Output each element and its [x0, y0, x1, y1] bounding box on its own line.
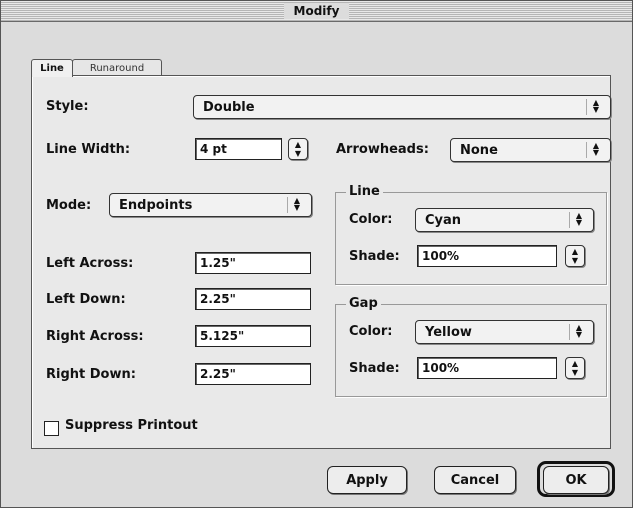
line-color-popup[interactable]: Cyan ▲ ▼ [415, 208, 594, 232]
popup-arrows-icon: ▲ ▼ [569, 324, 588, 340]
tab-line[interactable]: Line [31, 59, 73, 77]
ok-button[interactable]: OK [543, 466, 609, 494]
line-shade-field[interactable]: 100% [417, 245, 557, 267]
cancel-button[interactable]: Cancel [434, 466, 516, 494]
right-down-field[interactable]: 2.25" [195, 363, 311, 385]
suppress-printout-checkbox[interactable] [44, 421, 59, 436]
arrowheads-value: None [460, 142, 498, 158]
gap-group-title: Gap [346, 296, 381, 311]
popup-arrows-icon: ▲ ▼ [586, 142, 605, 158]
arrowheads-popup[interactable]: None ▲ ▼ [450, 138, 611, 162]
popup-arrows-icon: ▲ ▼ [287, 197, 306, 213]
line-width-stepper[interactable]: ▲ ▼ [288, 138, 308, 160]
modify-dialog: Modify Line Runaround Style: Double ▲ ▼ L… [0, 0, 633, 508]
popup-arrows-icon: ▲ ▼ [586, 99, 605, 115]
line-group-title: Line [346, 184, 383, 199]
apply-button[interactable]: Apply [327, 466, 407, 494]
left-across-field[interactable]: 1.25" [195, 252, 311, 274]
left-down-field[interactable]: 2.25" [195, 288, 311, 310]
style-popup[interactable]: Double ▲ ▼ [193, 95, 611, 119]
line-width-field[interactable]: 4 pt [195, 138, 282, 160]
line-width-label: Line Width: [46, 142, 131, 157]
left-down-label: Left Down: [46, 292, 126, 307]
arrowheads-label: Arrowheads: [336, 142, 429, 157]
line-color-value: Cyan [425, 212, 462, 228]
mode-value: Endpoints [119, 197, 193, 213]
gap-color-popup[interactable]: Yellow ▲ ▼ [415, 320, 594, 344]
left-across-label: Left Across: [46, 256, 134, 271]
gap-color-value: Yellow [425, 324, 472, 340]
tab-runaround[interactable]: Runaround [72, 59, 162, 76]
gap-shade-stepper[interactable]: ▲ ▼ [565, 357, 585, 379]
line-shade-label: Shade: [349, 249, 400, 264]
right-down-label: Right Down: [46, 367, 136, 382]
mode-popup[interactable]: Endpoints ▲ ▼ [109, 193, 312, 217]
gap-group: Gap Color: Yellow ▲ ▼ Shade: 100% ▲ ▼ [335, 296, 607, 397]
gap-shade-field[interactable]: 100% [417, 357, 557, 379]
right-across-field[interactable]: 5.125" [195, 325, 311, 347]
line-group: Line Color: Cyan ▲ ▼ Shade: 100% ▲ ▼ [335, 184, 607, 285]
line-tab-panel: Style: Double ▲ ▼ Line Width: 4 pt ▲ ▼ Arr… [31, 75, 611, 449]
popup-arrows-icon: ▲ ▼ [569, 212, 588, 228]
style-value: Double [203, 99, 255, 115]
line-color-label: Color: [349, 212, 393, 227]
mode-label: Mode: [46, 198, 92, 213]
line-shade-stepper[interactable]: ▲ ▼ [565, 245, 585, 267]
title-bar[interactable]: Modify [1, 1, 632, 22]
gap-shade-label: Shade: [349, 361, 400, 376]
suppress-printout-label[interactable]: Suppress Printout [65, 418, 198, 433]
gap-color-label: Color: [349, 324, 393, 339]
right-across-label: Right Across: [46, 329, 144, 344]
style-label: Style: [46, 99, 89, 114]
dialog-title: Modify [283, 3, 350, 19]
